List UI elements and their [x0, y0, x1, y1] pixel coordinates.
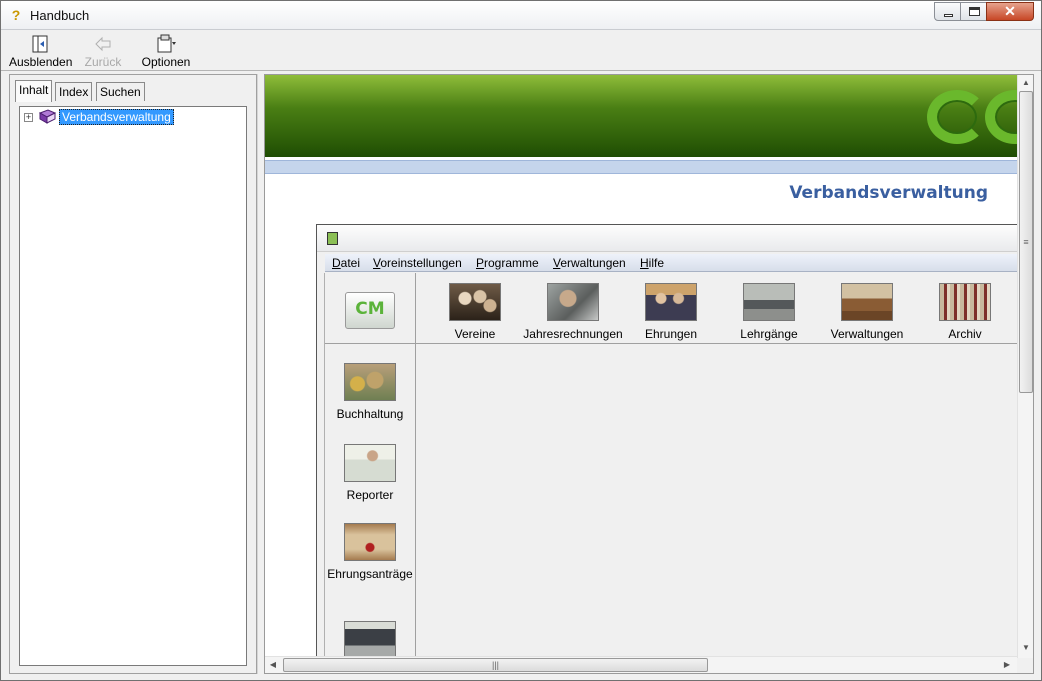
horizontal-scrollbar[interactable]: ◀ ||| ▶ — [265, 656, 1017, 673]
help-app-icon: ? — [11, 7, 21, 23]
hide-pane-icon — [32, 35, 48, 53]
app-button-vereine: Vereine — [445, 283, 505, 341]
cm-logo-text: CM — [355, 299, 385, 319]
hide-button-label: Ausblenden — [9, 55, 73, 69]
scroll-right-icon[interactable]: ▶ — [999, 657, 1015, 673]
screenshot-title-bar — [317, 225, 1020, 252]
app-button-jahresrechnungen: Jahresrechnungen — [523, 283, 623, 341]
close-icon: ✕ — [1004, 3, 1016, 19]
app-button-label: Reporter — [346, 488, 394, 502]
book-icon — [39, 109, 56, 124]
menu-voreinstellungen: Voreinstellungen — [373, 256, 462, 270]
app-button-label: Ehrungsanträge — [327, 567, 413, 581]
menu-verwaltungen: Verwaltungen — [553, 256, 626, 270]
scroll-up-icon[interactable]: ▲ — [1018, 75, 1033, 91]
scrollbar-corner — [1017, 658, 1033, 673]
tab-contents[interactable]: Inhalt — [15, 80, 53, 102]
header-banner — [265, 75, 1033, 157]
back-button-label: Zurück — [84, 55, 122, 69]
contents-tree[interactable]: + Verbandsverwaltung — [19, 106, 247, 666]
app-button-ehrungen: Ehrungen — [641, 283, 701, 341]
options-button[interactable]: Optionen — [139, 31, 193, 71]
window-title: Handbuch — [30, 8, 90, 23]
minimize-icon — [944, 14, 953, 17]
ehrungen-image — [645, 283, 697, 321]
screenshot-edge — [324, 273, 325, 673]
options-button-label: Optionen — [141, 55, 191, 69]
app-button-archiv: Archiv — [935, 283, 995, 341]
app-button-lehrgaenge: Lehrgänge — [739, 283, 799, 341]
menu-hilfe: Hilfe — [640, 256, 665, 270]
lehrgaenge-image — [743, 283, 795, 321]
app-button-label: Buchhaltung — [336, 407, 404, 421]
app-button-buchhaltung: Buchhaltung — [337, 363, 403, 421]
back-arrow-icon — [95, 36, 111, 52]
header-strip — [265, 160, 1017, 174]
vereine-image — [449, 283, 501, 321]
toolbar-divider — [325, 343, 1020, 344]
cm-logo: CM — [345, 292, 395, 329]
options-icon — [157, 34, 176, 53]
vertical-scrollbar[interactable]: ▲ ≡ ▼ — [1017, 75, 1033, 658]
app-button-label: Archiv — [948, 327, 982, 341]
app-screenshot: Datei Voreinstellungen Programme Verwalt… — [316, 224, 1021, 673]
app-window-icon — [327, 232, 338, 245]
tab-index[interactable]: Index — [55, 82, 93, 101]
help-toolbar: Ausblenden Zurück Optionen — [1, 31, 1041, 71]
tree-expand-icon[interactable]: + — [24, 113, 33, 122]
screenshot-menubar: Datei Voreinstellungen Programme Verwalt… — [325, 254, 1020, 272]
back-button[interactable]: Zurück — [81, 31, 125, 71]
close-button[interactable]: ✕ — [986, 2, 1034, 21]
scroll-down-icon[interactable]: ▼ — [1018, 640, 1033, 656]
pane-splitter[interactable] — [257, 74, 264, 674]
grip-icon: ||| — [491, 660, 499, 670]
page-title: Verbandsverwaltung — [789, 183, 988, 203]
maximize-button[interactable] — [960, 2, 987, 21]
app-button-reporter: Reporter — [340, 444, 400, 502]
app-button-verwaltungen: Verwaltungen — [831, 283, 903, 341]
horizontal-scroll-thumb[interactable]: ||| — [283, 658, 708, 672]
app-button-ehrungsantraege: Ehrungsanträge — [327, 523, 413, 581]
title-bar[interactable]: ? Handbuch ✕ — [1, 1, 1041, 30]
archiv-image — [939, 283, 991, 321]
hide-button[interactable]: Ausblenden — [9, 31, 73, 71]
maximize-icon — [969, 7, 980, 16]
navigation-pane: Inhalt Index Suchen + Verbandsverwaltung — [9, 74, 257, 674]
scroll-left-icon[interactable]: ◀ — [265, 657, 281, 673]
menu-datei: Datei — [332, 256, 361, 270]
minimize-button[interactable] — [934, 2, 961, 21]
jahresrechnungen-image — [547, 283, 599, 321]
menu-programme: Programme — [476, 256, 539, 270]
grip-icon: ≡ — [1023, 237, 1029, 247]
vertical-scroll-thumb[interactable]: ≡ — [1019, 91, 1033, 393]
tree-item-verbandsverwaltung[interactable]: Verbandsverwaltung — [59, 109, 174, 125]
ehrungsantraege-image — [344, 523, 396, 561]
buchhaltung-image — [344, 363, 396, 401]
tab-search[interactable]: Suchen — [96, 82, 145, 101]
help-window: ? Handbuch ✕ Ausblenden Zurück Optionen … — [0, 0, 1042, 681]
brand-logo-c — [927, 90, 987, 144]
content-pane: Verbandsverwaltung Datei Voreinstellunge… — [264, 74, 1034, 674]
laptop-image — [344, 621, 396, 659]
verwaltungen-image — [841, 283, 893, 321]
reporter-image — [344, 444, 396, 482]
